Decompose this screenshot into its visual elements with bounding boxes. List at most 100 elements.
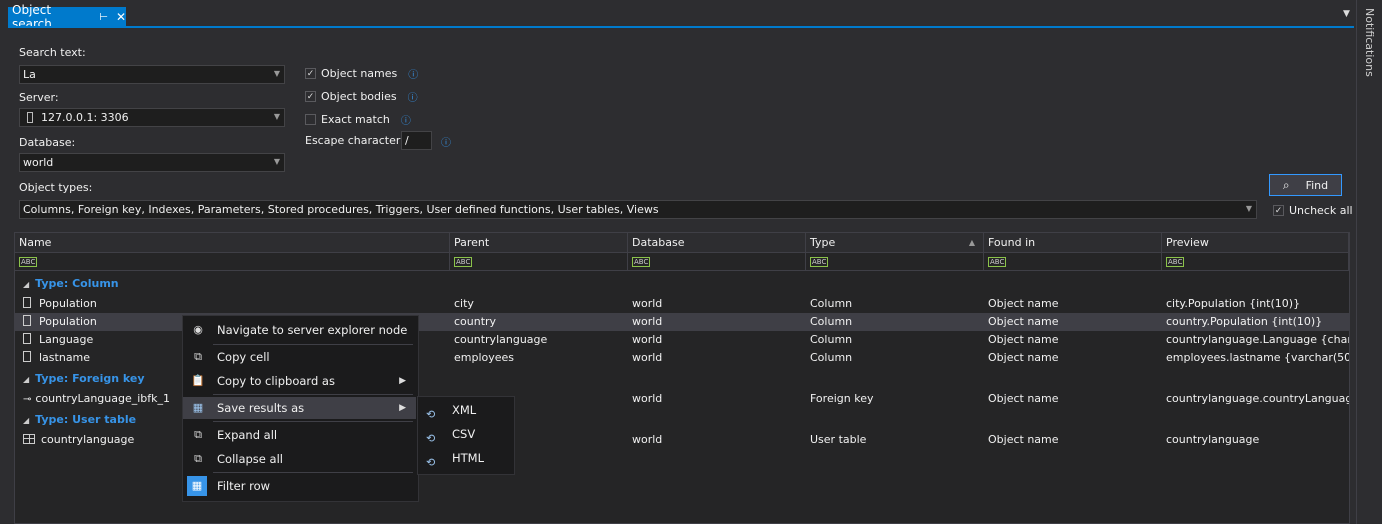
cell-preview: countrylanguage.countryLanguage...	[1166, 392, 1349, 405]
export-icon: ⟲	[426, 456, 436, 469]
tab-strip	[0, 0, 1356, 28]
exact-match-option[interactable]: Exact match ⓘ	[305, 112, 411, 127]
search-text-value: La	[23, 68, 36, 81]
submenu-item-label: XML	[452, 403, 477, 417]
menu-separator	[213, 394, 413, 395]
menu-item-label: Navigate to server explorer node	[217, 323, 408, 337]
info-icon: ⓘ	[441, 138, 451, 149]
column-header-type[interactable]: Type ▲	[806, 233, 984, 253]
menu-item-save-results-as[interactable]: ▦ Save results as ▶	[183, 397, 416, 419]
uncheck-all-option[interactable]: ✓ Uncheck all	[1273, 204, 1353, 217]
group-title: Type: User table	[35, 413, 137, 426]
context-menu[interactable]: ◉ Navigate to server explorer node ⧉ Cop…	[182, 315, 419, 502]
cell-database: world	[632, 351, 663, 364]
column-icon	[23, 351, 31, 362]
menu-item-copy-cell[interactable]: ⧉ Copy cell	[183, 346, 416, 368]
filter-abc-icon: ABC	[454, 257, 473, 267]
object-bodies-option[interactable]: ✓ Object bodies ⓘ	[305, 89, 418, 104]
column-header-name[interactable]: Name	[15, 233, 450, 253]
search-text-input[interactable]: La ▼	[19, 65, 285, 84]
filter-cell-found-in[interactable]: ABC	[984, 253, 1162, 271]
object-names-checkbox[interactable]: ✓	[305, 68, 316, 79]
object-bodies-checkbox[interactable]: ✓	[305, 91, 316, 102]
collapse-triangle-icon[interactable]: ◢	[23, 375, 29, 384]
collapse-triangle-icon[interactable]: ◢	[23, 416, 29, 425]
menu-item-collapse-all[interactable]: ⧉ Collapse all	[183, 448, 416, 470]
cell-type: Column	[810, 351, 853, 364]
submenu-arrow-icon: ▶	[399, 376, 406, 386]
filter-cell-type[interactable]: ABC	[806, 253, 984, 271]
tab-dropdown-icon[interactable]: ▼	[1343, 9, 1350, 19]
menu-item-filter-row[interactable]: ▦ Filter row	[183, 475, 416, 497]
cell-type: Column	[810, 297, 853, 310]
find-label: Find	[1305, 178, 1329, 192]
server-select[interactable]: 127.0.0.1: 3306 ▼	[19, 108, 285, 127]
filter-abc-icon: ABC	[988, 257, 1007, 267]
menu-item-label: Filter row	[217, 479, 271, 493]
table-row[interactable]: Population city world Column Object name…	[15, 295, 1349, 313]
server-icon	[27, 112, 33, 123]
chevron-down-icon[interactable]: ▼	[274, 112, 280, 121]
pin-icon[interactable]: ⊢	[99, 12, 108, 23]
cell-parent: country	[454, 315, 497, 328]
table-icon	[23, 434, 35, 444]
notifications-panel[interactable]: Notifications	[1356, 0, 1382, 524]
submenu-item-html[interactable]: ⟲ HTML	[418, 446, 512, 470]
database-label: Database:	[19, 136, 76, 149]
cell-type: Column	[810, 333, 853, 346]
database-select[interactable]: world ▼	[19, 153, 285, 172]
filter-cell-preview[interactable]: ABC	[1162, 253, 1349, 271]
menu-item-expand-all[interactable]: ⧉ Expand all	[183, 424, 416, 446]
tab-object-search[interactable]: Object search ⊢ ✕	[8, 3, 126, 31]
uncheck-all-checkbox[interactable]: ✓	[1273, 205, 1284, 216]
column-header-parent[interactable]: Parent	[450, 233, 628, 253]
escape-character-input[interactable]: /	[401, 131, 432, 150]
menu-item-label: Collapse all	[217, 452, 283, 466]
object-names-label: Object names	[321, 67, 398, 80]
submenu-item-csv[interactable]: ⟲ CSV	[418, 422, 512, 446]
cell-database: world	[632, 433, 663, 446]
submenu-item-xml[interactable]: ⟲ XML	[418, 398, 512, 422]
cell-database: world	[632, 297, 663, 310]
copy-icon: ⧉	[194, 350, 202, 363]
submenu-item-label: HTML	[452, 451, 485, 465]
exact-match-checkbox[interactable]	[305, 114, 316, 125]
cell-parent: countrylanguage	[454, 333, 548, 346]
object-types-select[interactable]: Columns, Foreign key, Indexes, Parameter…	[19, 200, 1257, 219]
chevron-down-icon[interactable]: ▼	[1246, 204, 1252, 213]
server-value: 127.0.0.1: 3306	[41, 111, 129, 124]
cell-found-in: Object name	[988, 351, 1059, 364]
escape-character-value: /	[405, 134, 409, 147]
chevron-down-icon[interactable]: ▼	[274, 157, 280, 166]
chevron-down-icon[interactable]: ▼	[274, 69, 280, 78]
info-icon: ⓘ	[400, 116, 411, 127]
cell-preview: countrylanguage.Language {char(...	[1166, 333, 1349, 346]
menu-item-navigate[interactable]: ◉ Navigate to server explorer node	[183, 319, 416, 341]
column-header-found-in[interactable]: Found in	[984, 233, 1162, 253]
column-header-database[interactable]: Database	[628, 233, 806, 253]
filter-cell-parent[interactable]: ABC	[450, 253, 628, 271]
object-names-option[interactable]: ✓ Object names ⓘ	[305, 66, 418, 81]
column-header-preview[interactable]: Preview	[1162, 233, 1349, 253]
find-button[interactable]: ⌕ Find	[1269, 174, 1342, 196]
menu-separator	[213, 421, 413, 422]
filter-cell-database[interactable]: ABC	[628, 253, 806, 271]
group-title: Type: Foreign key	[35, 372, 145, 385]
submenu-item-label: CSV	[452, 427, 476, 441]
menu-item-label: Expand all	[217, 428, 278, 442]
save-results-submenu[interactable]: ⟲ XML ⟲ CSV ⟲ HTML	[417, 396, 515, 475]
close-icon[interactable]: ✕	[116, 10, 126, 24]
object-bodies-label: Object bodies	[321, 90, 397, 103]
info-icon: ⓘ	[408, 70, 419, 81]
group-header-column[interactable]: ◢ Type: Column	[15, 275, 1349, 293]
collapse-triangle-icon[interactable]: ◢	[23, 280, 29, 289]
cell-name: Population	[19, 295, 450, 313]
menu-item-copy-clipboard-as[interactable]: 📋 Copy to clipboard as ▶	[183, 370, 416, 392]
column-icon	[23, 315, 31, 326]
cell-text: countryLanguage_ibfk_1	[35, 392, 171, 405]
filter-cell-name[interactable]: ABC	[15, 253, 450, 271]
key-icon: ⊸	[23, 394, 32, 405]
info-icon: ⓘ	[407, 93, 418, 104]
cell-type: Foreign key	[810, 392, 874, 405]
cell-type: User table	[810, 433, 867, 446]
